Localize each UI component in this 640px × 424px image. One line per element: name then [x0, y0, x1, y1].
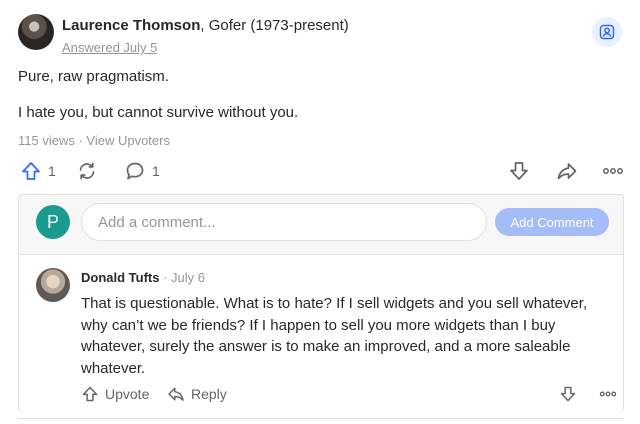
follow-person-icon [599, 24, 615, 40]
answer-stats[interactable]: 115 views · View Upvoters [18, 133, 170, 148]
more-options-button[interactable] [602, 158, 624, 184]
answer-paragraph: I hate you, but cannot survive without y… [18, 104, 299, 121]
downvote-button[interactable] [508, 158, 530, 184]
share-loop-button[interactable] [76, 158, 98, 184]
share-arrow-icon [557, 163, 577, 180]
comment-item: Donald Tufts · July 6 That is questionab… [19, 254, 623, 412]
comment-date: · July 6 [159, 270, 205, 285]
comment-header: Donald Tufts · July 6 [81, 270, 205, 285]
share-button[interactable] [556, 158, 578, 184]
comment-text: That is questionable. What is to hate? I… [81, 295, 588, 377]
author-credential: , Gofer (1973-present) [200, 17, 349, 34]
comment-input[interactable] [81, 203, 487, 241]
upvote-arrow-icon [22, 162, 40, 180]
author-avatar[interactable] [18, 14, 54, 50]
commenter-avatar[interactable] [36, 268, 70, 302]
upvote-count: 1 [48, 163, 56, 179]
downvote-arrow-icon [560, 386, 576, 402]
answered-date[interactable]: Answered July 5 [62, 40, 157, 55]
comment-reply-label: Reply [191, 386, 227, 402]
answer-action-bar: 1 1 [18, 158, 624, 184]
add-comment-button[interactable]: Add Comment [495, 208, 609, 236]
upvote-arrow-icon [82, 386, 98, 402]
answer-header: Laurence Thomson, Gofer (1973-present) A… [18, 14, 622, 58]
comments-count: 1 [152, 163, 160, 179]
current-user-avatar[interactable]: P [36, 205, 70, 239]
comment-upvote-button[interactable]: Upvote [81, 383, 149, 405]
author-line: Laurence Thomson, Gofer (1973-present) [62, 17, 349, 34]
upvote-button[interactable]: 1 [20, 158, 56, 184]
author-name[interactable]: Laurence Thomson [62, 17, 200, 34]
comment-upvote-label: Upvote [105, 386, 150, 402]
comment-more-button[interactable] [599, 383, 617, 405]
more-dots-icon [599, 391, 617, 397]
comments-button[interactable]: 1 [124, 158, 160, 184]
follow-button[interactable] [592, 17, 622, 47]
commenter-name[interactable]: Donald Tufts [81, 270, 159, 285]
downvote-arrow-icon [510, 162, 528, 180]
comment-downvote-button[interactable] [559, 383, 577, 405]
comment-action-bar: Upvote Reply [81, 383, 621, 405]
more-dots-icon [603, 168, 623, 174]
divider [18, 418, 624, 419]
reply-arrow-icon [168, 387, 184, 401]
refresh-icon [79, 162, 95, 180]
answer-paragraph: Pure, raw pragmatism. [18, 68, 169, 85]
speech-bubble-icon [126, 162, 144, 180]
comment-reply-button[interactable]: Reply [167, 383, 227, 405]
comment-section: P Add Comment Donald Tufts · July 6 That… [18, 194, 624, 412]
